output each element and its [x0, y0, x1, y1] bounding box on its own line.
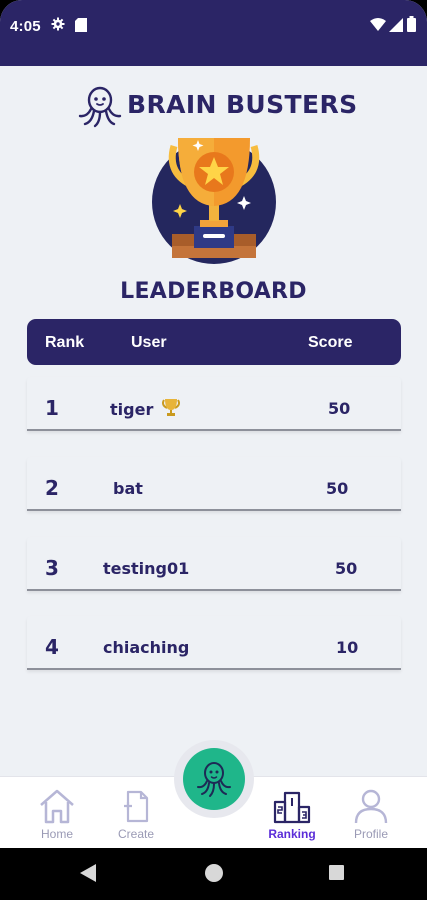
wifi-icon	[370, 18, 386, 31]
row-user-name: tiger	[110, 400, 154, 419]
page-heading: LEADERBOARD	[120, 279, 307, 304]
leaderboard-row: 4 chiaching 10	[27, 616, 401, 670]
nav-label: Ranking	[268, 827, 316, 841]
nav-profile[interactable]: Profile	[331, 777, 411, 849]
row-user-name: chiaching	[103, 638, 190, 657]
status-bar: 4:05	[0, 0, 427, 66]
signal-icon	[389, 18, 403, 32]
leaderboard-row: 3 testing01 50	[27, 537, 401, 591]
row-score: 10	[336, 638, 359, 657]
row-user: tiger	[110, 399, 181, 419]
app-title: BRAIN BUSTERS	[127, 90, 358, 119]
podium-icon	[273, 791, 311, 824]
battery-icon	[407, 16, 416, 32]
profile-icon	[354, 789, 388, 824]
row-score: 50	[326, 479, 349, 498]
back-icon[interactable]	[80, 864, 96, 882]
nav-label: Profile	[353, 827, 388, 841]
home-button[interactable]	[205, 864, 223, 882]
leaderboard-row: 2 bat 50	[27, 457, 401, 511]
trophy-icon	[161, 399, 180, 416]
row-rank: 4	[45, 635, 59, 659]
create-icon	[124, 790, 149, 823]
octopus-fab-button[interactable]	[183, 748, 245, 810]
home-icon	[40, 789, 74, 824]
row-rank: 1	[45, 396, 59, 420]
leaderboard-row: 1 tiger 50	[27, 377, 401, 431]
gear-icon	[51, 17, 65, 31]
row-score: 50	[328, 399, 351, 418]
octopus-icon	[197, 762, 231, 797]
status-time: 4:05	[10, 18, 41, 35]
column-header-score: Score	[308, 334, 353, 351]
row-score: 50	[335, 559, 358, 578]
column-header-user: User	[131, 334, 167, 351]
leaderboard-header: Rank User Score	[27, 319, 401, 365]
app-header: BRAIN BUSTERS	[0, 82, 427, 132]
nav-label: Home	[40, 827, 73, 841]
trophy-illustration	[152, 138, 276, 264]
nav-label: Create	[117, 827, 155, 841]
column-header-rank: Rank	[45, 334, 85, 351]
row-user-name: bat	[113, 479, 143, 498]
system-nav-bar	[0, 848, 427, 900]
nav-create[interactable]: Create	[96, 777, 176, 849]
row-rank: 2	[45, 476, 59, 500]
app-screen: 4:05 BRAIN BUSTERS LEADERBOARD Rank User…	[0, 0, 427, 900]
row-rank: 3	[45, 556, 59, 580]
row-user-name: testing01	[103, 559, 190, 578]
recent-apps-button[interactable]	[329, 865, 344, 880]
octopus-icon	[78, 86, 122, 128]
sd-card-icon	[75, 18, 87, 32]
nav-ranking[interactable]: Ranking	[252, 777, 332, 849]
nav-home[interactable]: Home	[17, 777, 97, 849]
